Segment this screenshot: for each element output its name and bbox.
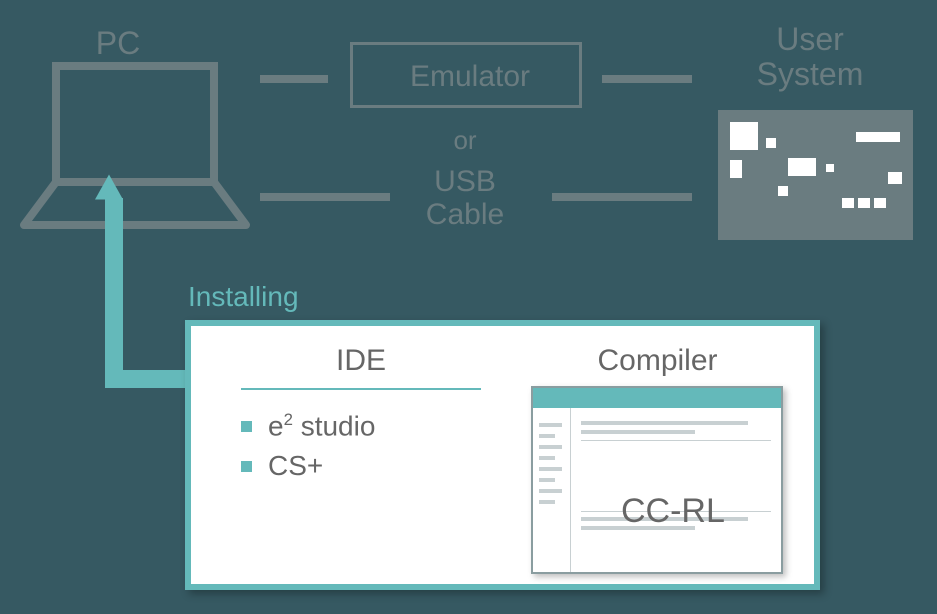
ide-item-label: e2 studio <box>268 410 375 442</box>
usb-cable-text: USBCable <box>426 165 504 231</box>
connector-usb-board <box>552 193 692 201</box>
connector-emulator-board <box>602 75 692 83</box>
installing-label: Installing <box>188 281 299 313</box>
ide-divider <box>241 388 481 390</box>
laptop-icon <box>20 60 250 235</box>
pc-label: PC <box>68 25 168 62</box>
ide-item-e2studio: e2 studio <box>241 410 481 442</box>
ide-title: IDE <box>241 344 481 378</box>
ide-column: IDE e2 studio CS+ <box>191 326 501 584</box>
ide-list: e2 studio CS+ <box>241 410 481 482</box>
window-titlebar <box>533 388 781 408</box>
window-sidebar <box>533 408 571 572</box>
ide-item-label: CS+ <box>268 450 323 482</box>
emulator-label: Emulator <box>380 60 560 94</box>
install-arrow-stem-horizontal <box>105 370 185 388</box>
compiler-column: Compiler CC-RL <box>501 326 814 584</box>
compiler-name: CC-RL <box>621 492 725 531</box>
user-system-text: UserSystem <box>757 21 864 92</box>
installing-panel: IDE e2 studio CS+ Compiler <box>185 320 820 590</box>
connector-pc-emulator <box>260 75 328 83</box>
circuit-board-icon <box>718 110 913 240</box>
ide-item-csplus: CS+ <box>241 450 481 482</box>
user-system-label: UserSystem <box>720 22 900 92</box>
bullet-icon <box>241 421 252 432</box>
install-arrow-stem-vertical <box>105 198 123 388</box>
bullet-icon <box>241 461 252 472</box>
compiler-title: Compiler <box>521 344 794 378</box>
window-content: CC-RL <box>571 408 781 572</box>
compiler-window-icon: CC-RL <box>531 386 783 574</box>
or-label: or <box>435 125 495 156</box>
usb-cable-label: USBCable <box>410 165 520 231</box>
connector-pc-usb <box>260 193 390 201</box>
